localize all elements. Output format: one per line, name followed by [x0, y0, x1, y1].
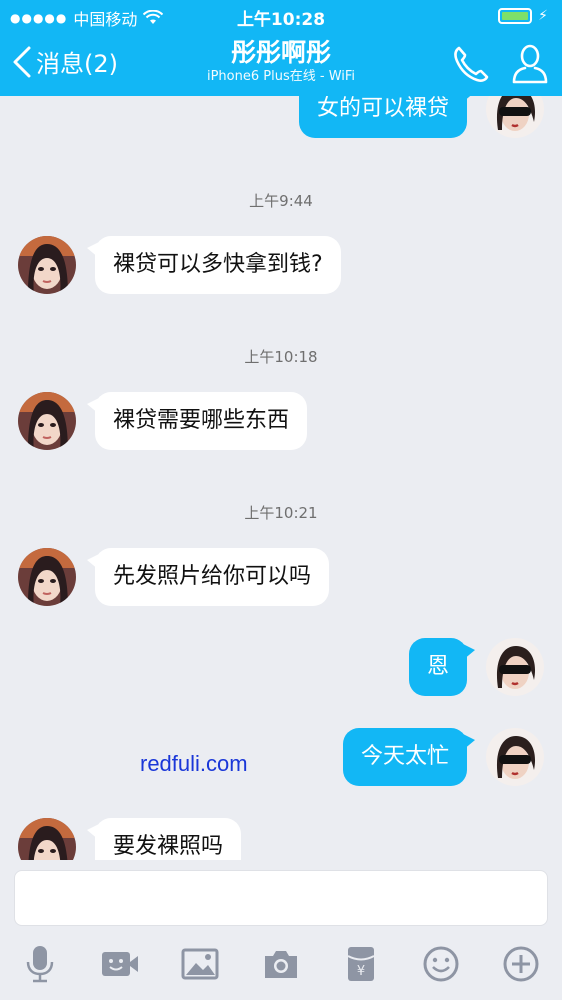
microphone-icon [26, 946, 54, 983]
red-packet-icon: ¥ [347, 947, 375, 981]
more-button[interactable] [501, 944, 541, 984]
my-avatar[interactable] [486, 728, 544, 786]
phone-icon [454, 46, 489, 82]
message-timestamp: 上午9:44 [249, 192, 313, 210]
message-list[interactable]: 女的可以裸贷 上午9:44 裸贷可以多快拿到钱? 上午10:18 裸贷需要哪些东… [0, 96, 562, 860]
top-bar: ●●●●● 中国移动 上午10:28 ⚡ 消息(2) 彤彤啊彤 iPhone6 … [0, 0, 562, 96]
call-button[interactable] [450, 42, 490, 86]
my-avatar[interactable] [486, 638, 544, 696]
message-bubble-incoming[interactable]: 要发裸照吗 [86, 818, 242, 860]
message-bubble-outgoing[interactable]: 今天太忙 [342, 728, 476, 786]
message-bubble-outgoing[interactable]: 女的可以裸贷 [298, 96, 476, 138]
message-bubble-outgoing[interactable]: 恩 [408, 638, 476, 696]
contact-avatar[interactable] [18, 818, 76, 860]
message-timestamp: 上午10:18 [244, 348, 318, 366]
watermark-text: redfuli.com [140, 751, 248, 776]
contact-status: iPhone6 Plus在线 - WiFi [206, 69, 356, 84]
message-bubble-incoming[interactable]: 裸贷需要哪些东西 [86, 392, 308, 450]
message-input[interactable] [14, 870, 548, 926]
battery-icon [498, 8, 533, 24]
input-toolbar: ¥ [0, 944, 562, 984]
input-area: ¥ [0, 860, 562, 1000]
svg-text:¥: ¥ [357, 964, 365, 979]
emoji-icon [423, 946, 459, 982]
message-bubble-incoming[interactable]: 裸贷可以多快拿到钱? [87, 236, 341, 294]
image-icon [181, 948, 219, 980]
plus-icon [503, 946, 539, 982]
red-packet-button[interactable]: ¥ [341, 944, 381, 984]
charging-icon: ⚡ [538, 8, 548, 24]
profile-button[interactable] [510, 42, 550, 86]
chat-header[interactable]: 彤彤啊彤 iPhone6 Plus在线 - WiFi [130, 38, 432, 86]
user-icon [512, 44, 548, 84]
emoji-button[interactable] [421, 944, 461, 984]
status-bar: ●●●●● 中国移动 上午10:28 ⚡ [0, 0, 562, 32]
status-time: 上午10:28 [236, 10, 326, 30]
chevron-left-icon [13, 46, 31, 77]
camera-button[interactable] [261, 944, 301, 984]
nav-bar: 消息(2) 彤彤啊彤 iPhone6 Plus在线 - WiFi [0, 32, 562, 96]
photo-button[interactable] [180, 944, 220, 984]
contact-avatar[interactable] [18, 548, 76, 606]
battery-indicator: ⚡ [498, 8, 548, 24]
voice-button[interactable] [20, 944, 60, 984]
camera-icon [265, 951, 297, 978]
contact-name: 彤彤啊彤 [230, 38, 331, 67]
message-bubble-incoming[interactable]: 先发照片给你可以吗 [86, 548, 330, 606]
video-call-button[interactable] [100, 944, 140, 984]
contact-avatar[interactable] [18, 236, 76, 294]
message-timestamp: 上午10:21 [244, 504, 318, 522]
back-label: 消息(2) [36, 50, 118, 78]
my-avatar[interactable] [486, 96, 544, 138]
contact-avatar[interactable] [18, 392, 76, 450]
video-icon [102, 952, 138, 976]
back-button[interactable]: 消息(2) [10, 44, 118, 79]
